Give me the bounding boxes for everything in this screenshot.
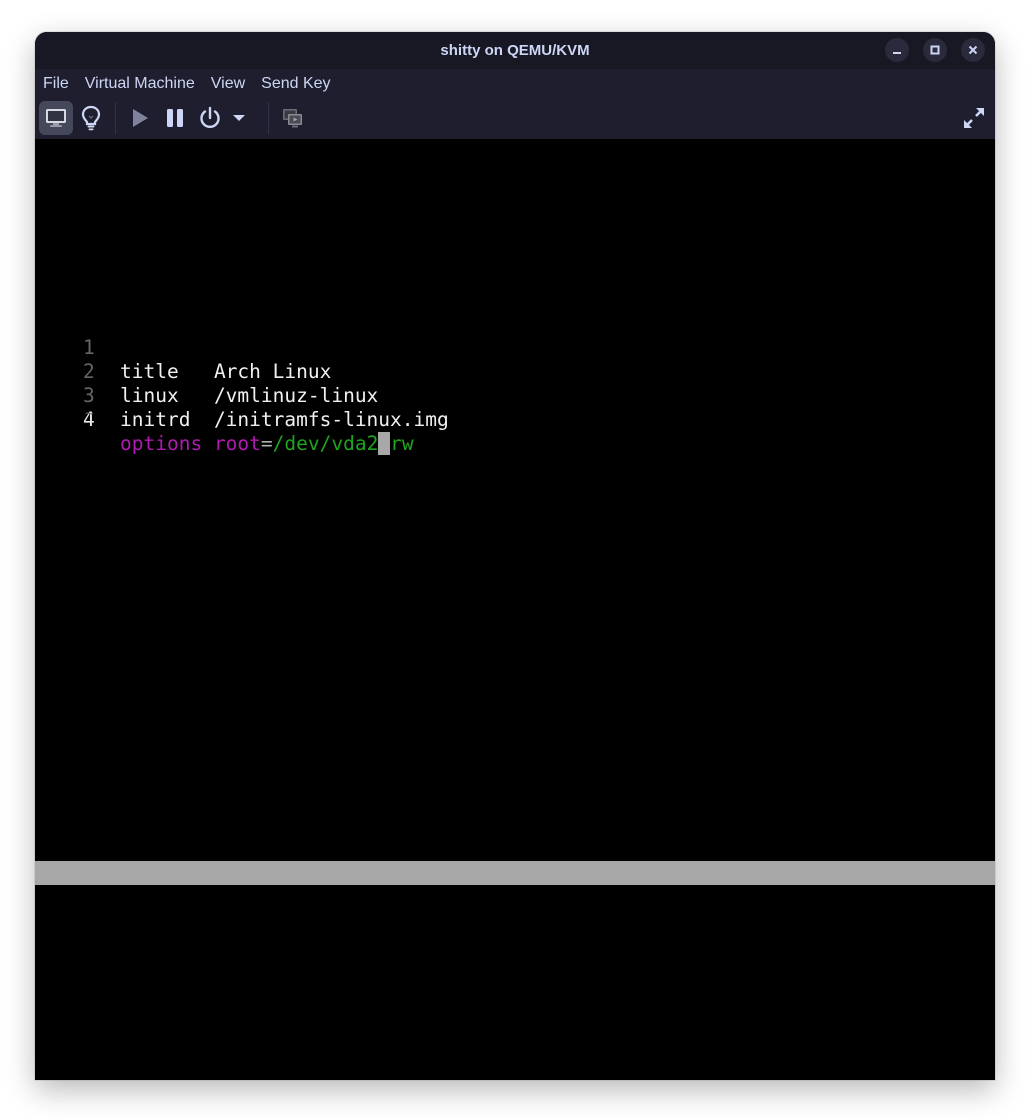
snapshots-button[interactable] (276, 101, 310, 135)
maximize-icon (930, 45, 940, 55)
spacing (179, 360, 214, 383)
config-value: /initramfs-linux.img (213, 408, 449, 431)
menu-view[interactable]: View (203, 69, 253, 98)
file-path: boot/loader/entries/arch.conf [+] (119, 909, 507, 932)
lightbulb-icon (81, 105, 101, 131)
editor-mode: INS (49, 885, 85, 908)
shutdown-button[interactable] (193, 101, 227, 135)
spacing (190, 408, 213, 431)
status-bar: INS boot/loader/entries/arch.conf [+] 1 … (35, 861, 995, 980)
close-icon (968, 45, 978, 55)
config-key: options (120, 432, 203, 455)
menu-file[interactable]: File (35, 69, 77, 98)
minimize-button[interactable] (885, 38, 909, 62)
details-button[interactable] (74, 101, 108, 135)
dropdown-arrow-icon (233, 115, 245, 121)
menu-send-key[interactable]: Send Key (253, 69, 338, 98)
monitor-icon (46, 109, 66, 127)
menu-bar: File Virtual Machine View Send Key (35, 69, 995, 98)
title-bar[interactable]: shitty on QEMU/KVM (35, 32, 995, 69)
config-value: Arch Linux (213, 360, 332, 383)
vm-console-screen[interactable]: 1 title Arch Linux 2 linux /vmlinuz-linu… (35, 139, 995, 1080)
console-button[interactable] (39, 101, 73, 135)
window-title: shitty on QEMU/KVM (440, 42, 590, 59)
editor-line: 1 title Arch Linux (35, 312, 331, 383)
selection-count: 1 sel (851, 933, 910, 956)
toolbar (35, 98, 995, 139)
text-cursor (378, 432, 391, 455)
config-flag: rw (390, 432, 414, 455)
cursor-position: 4:23 (934, 957, 981, 980)
vm-window: shitty on QEMU/KVM File Virtual Machine … (35, 32, 995, 1080)
snapshots-icon (283, 109, 302, 128)
empty-line-marker: ~ (85, 406, 94, 422)
run-button[interactable] (123, 101, 157, 135)
toolbar-separator (268, 102, 269, 134)
equals-sign: = (260, 432, 273, 455)
editor-line: 3 initrd /initramfs-linux.img (35, 360, 449, 431)
config-path: /dev/vda2 (272, 432, 379, 455)
fullscreen-button[interactable] (957, 101, 991, 135)
spacing (179, 384, 214, 407)
menu-virtual-machine[interactable]: Virtual Machine (77, 69, 203, 98)
config-value: /vmlinuz-linux (213, 384, 379, 407)
spacing (202, 432, 214, 455)
config-key: initrd (120, 408, 191, 431)
fullscreen-icon (964, 108, 984, 128)
minimize-icon (893, 52, 901, 54)
editor-line: 2 linux /vmlinuz-linux (35, 336, 378, 407)
play-icon (133, 109, 148, 127)
pause-icon (167, 109, 183, 127)
config-param: root (213, 432, 261, 455)
editor-line-current: 4 options root=/dev/vda2 rw (35, 384, 414, 455)
toolbar-separator (115, 102, 116, 134)
shutdown-menu-button[interactable] (227, 101, 251, 135)
maximize-button[interactable] (923, 38, 947, 62)
close-button[interactable] (961, 38, 985, 62)
pause-button[interactable] (158, 101, 192, 135)
power-icon (200, 106, 220, 129)
